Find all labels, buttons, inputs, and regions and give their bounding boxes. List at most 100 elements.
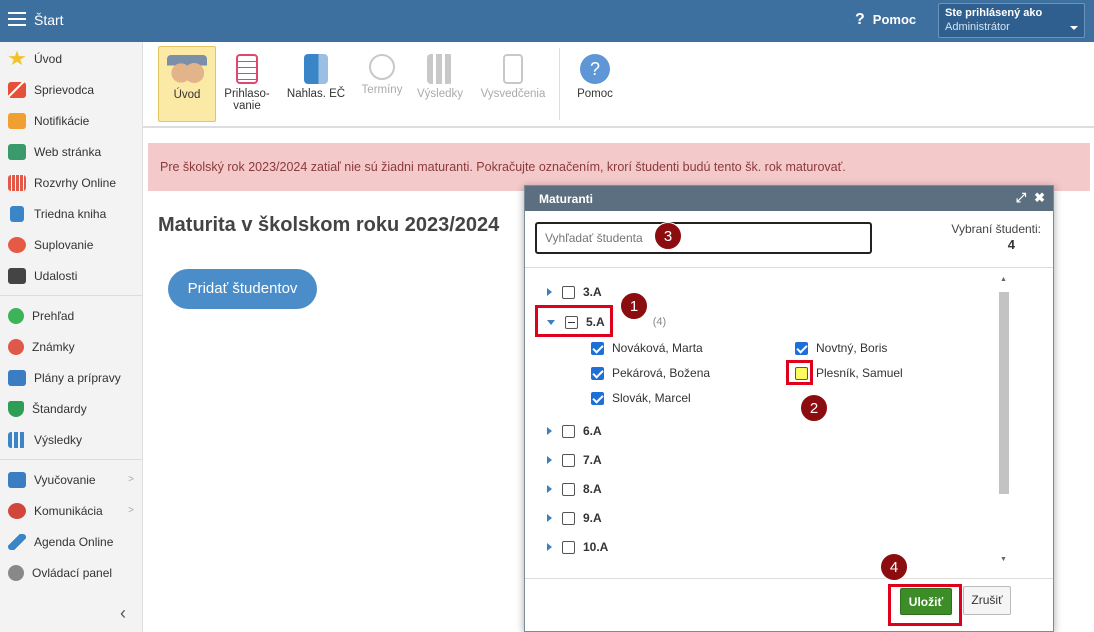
student-checkbox[interactable]: [591, 366, 604, 380]
tool-label: Pomoc: [577, 88, 613, 100]
student-checkbox[interactable]: [591, 391, 604, 405]
close-icon[interactable]: ✖: [1034, 190, 1045, 205]
sidebar-item-label: Štandardy: [32, 401, 87, 416]
class-checkbox[interactable]: [562, 453, 575, 467]
sidebar-item-rozvrhy[interactable]: Rozvrhy Online: [0, 167, 142, 198]
tool-terminy[interactable]: Termíny: [353, 46, 411, 122]
dialog-title: Maturanti: [539, 192, 593, 206]
class-row-9a[interactable]: 9.A: [547, 508, 602, 528]
student-row[interactable]: Nováková, Marta: [591, 339, 703, 357]
class-name: 6.A: [583, 424, 602, 438]
chevron-right-icon: >: [128, 505, 134, 516]
student-checkbox[interactable]: [591, 341, 604, 355]
sidebar-item-label: Plány a prípravy: [34, 370, 121, 385]
class-name: 7.A: [583, 453, 602, 467]
sidebar-item-sprievodca[interactable]: Sprievodca: [0, 74, 142, 105]
sidebar-item-label: Udalosti: [34, 268, 78, 283]
step-marker-2: 2: [800, 394, 828, 422]
cancel-button[interactable]: Zrušiť: [963, 586, 1011, 615]
tool-uvod[interactable]: Úvod: [158, 46, 216, 122]
student-checkbox[interactable]: [795, 341, 808, 355]
class-name: 8.A: [583, 482, 602, 496]
class-row-3a[interactable]: 3.A: [547, 282, 602, 302]
sidebar-item-udalosti[interactable]: Udalosti: [0, 260, 142, 291]
class-checkbox[interactable]: [562, 424, 575, 438]
sidebar-item-label: Sprievodca: [34, 82, 95, 97]
tool-vysledky[interactable]: Výsledky: [411, 46, 469, 122]
student-name: Plesník, Samuel: [816, 366, 903, 380]
class-row-10a[interactable]: 10.A: [547, 537, 608, 557]
expand-icon[interactable]: [547, 514, 552, 522]
class-row-8a[interactable]: 8.A: [547, 479, 602, 499]
sidebar-item-znamky[interactable]: Známky: [0, 331, 142, 362]
student-name: Slovák, Marcel: [612, 391, 691, 405]
tool-label: Nahlas. EČ: [286, 88, 346, 100]
sidebar-item-plany[interactable]: Plány a prípravy: [0, 362, 142, 393]
student-row[interactable]: Pekárová, Božena: [591, 364, 710, 382]
class-checkbox[interactable]: [562, 482, 575, 496]
sidebar-item-vysledky[interactable]: Výsledky: [0, 424, 142, 455]
expand-icon[interactable]: [547, 427, 552, 435]
sidebar-item-suplovanie[interactable]: Suplovanie: [0, 229, 142, 260]
class-checkbox[interactable]: [562, 540, 575, 554]
user-menu[interactable]: Ste prihlásený ako Administrátor: [938, 3, 1085, 38]
student-row[interactable]: Novtný, Boris: [795, 339, 887, 357]
sidebar-item-label: Web stránka: [34, 144, 102, 159]
tool-label: Vysvedčenia: [480, 88, 546, 100]
scrollbar-thumb[interactable]: [999, 292, 1009, 494]
sidebar-item-prehlad[interactable]: Prehľad: [0, 300, 142, 331]
sidebar-item-label: Výsledky: [34, 432, 83, 447]
search-student-input[interactable]: [535, 222, 872, 254]
top-bar: Štart ? Pomoc Ste prihlásený ako Administ…: [0, 0, 1094, 42]
tool-vysvedcenia[interactable]: Vysvedčenia: [476, 46, 550, 122]
list-doc-icon: [236, 54, 258, 84]
expand-icon[interactable]: [547, 543, 552, 551]
calendar-grid-icon: [8, 174, 26, 191]
sidebar-item-web[interactable]: Web stránka: [0, 136, 142, 167]
dialog-footer: Uložiť Zrušiť: [525, 580, 1053, 630]
collapse-sidebar-icon[interactable]: ‹: [120, 603, 126, 624]
selected-count: 4: [1007, 237, 1015, 252]
maximize-icon[interactable]: ⤢: [1016, 190, 1026, 205]
sidebar-item-notifikacie[interactable]: Notifikácie: [0, 105, 142, 136]
clock-icon: [369, 54, 395, 80]
app-title[interactable]: Štart: [34, 12, 64, 28]
help-link[interactable]: ? Pomoc: [855, 11, 916, 29]
sidebar-item-label: Triedna kniha: [34, 206, 107, 221]
tool-label: Výsledky: [416, 88, 464, 100]
sidebar-item-vyucovanie[interactable]: Vyučovanie >: [0, 464, 142, 495]
help-circle-icon: ?: [580, 54, 610, 84]
highlight-student-checkbox: [786, 360, 813, 385]
tool-label: Termíny: [361, 84, 403, 96]
question-icon: ?: [855, 11, 865, 28]
student-name: Nováková, Marta: [612, 341, 703, 355]
tool-prihlasovanie[interactable]: Prihlaso-vanie: [218, 46, 276, 122]
class-row-6a[interactable]: 6.A: [547, 421, 602, 441]
class-checkbox[interactable]: [562, 285, 575, 299]
menu-icon[interactable]: [8, 12, 26, 26]
scroll-up-icon[interactable]: ▲: [1000, 276, 1007, 283]
add-students-button[interactable]: Pridať študentov: [168, 269, 317, 309]
expand-icon[interactable]: [547, 456, 552, 464]
sidebar-item-triedna-kniha[interactable]: Triedna kniha: [0, 198, 142, 229]
tool-nahlas-ec[interactable]: Nahlas. EČ: [283, 46, 349, 122]
expand-icon[interactable]: [547, 485, 552, 493]
star-icon: [8, 50, 26, 66]
sidebar-item-agenda[interactable]: Agenda Online: [0, 526, 142, 557]
class-row-7a[interactable]: 7.A: [547, 450, 602, 470]
tool-pomoc[interactable]: ? Pomoc: [566, 46, 624, 122]
sidebar-item-komunikacia[interactable]: Komunikácia >: [0, 495, 142, 526]
expand-icon[interactable]: [547, 288, 552, 296]
class-checkbox[interactable]: [562, 511, 575, 525]
sidebar-item-label: Notifikácie: [34, 113, 90, 128]
sidebar-item-uvod[interactable]: Úvod: [0, 43, 142, 74]
person-icon: [8, 236, 26, 253]
bars-icon: [427, 54, 453, 84]
student-name: Pekárová, Božena: [612, 366, 711, 380]
student-row[interactable]: Slovák, Marcel: [591, 389, 691, 407]
sidebar-item-ovladaci-panel[interactable]: Ovládací panel: [0, 557, 142, 588]
sidebar-item-standardy[interactable]: Štandardy: [0, 393, 142, 424]
scroll-down-icon[interactable]: ▼: [1000, 556, 1007, 563]
class-student-count: (4): [652, 316, 667, 328]
step-marker-3: 3: [654, 222, 682, 250]
